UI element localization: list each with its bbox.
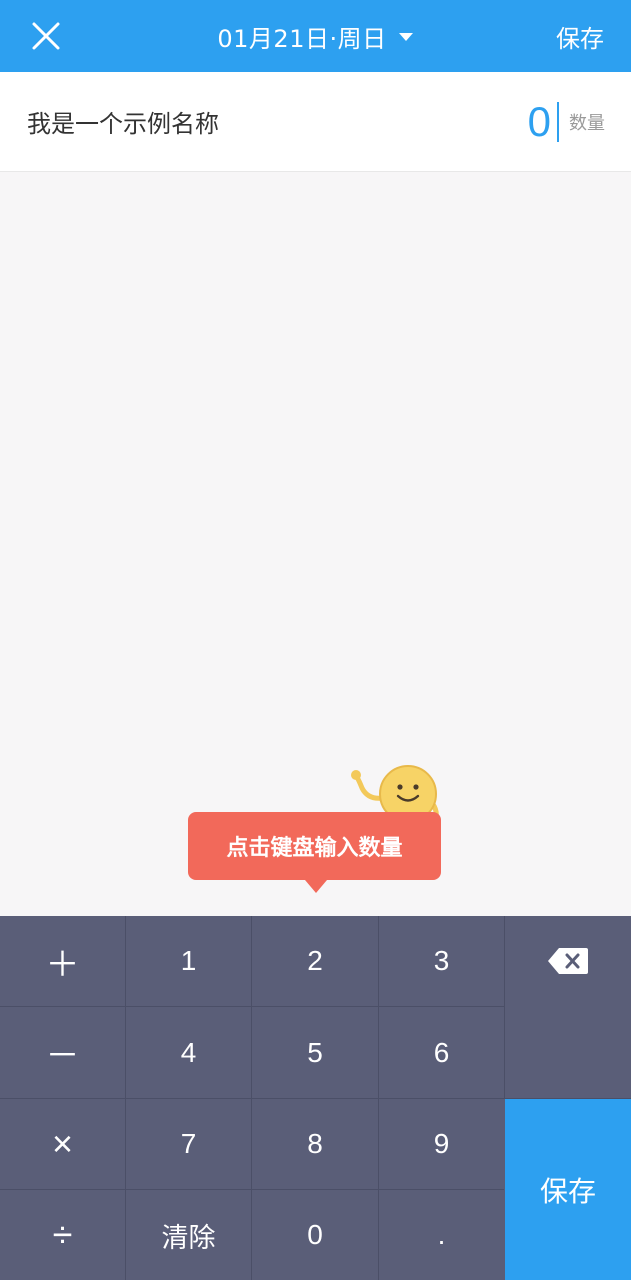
backspace-icon xyxy=(548,948,588,974)
save-button[interactable]: 保存 xyxy=(556,0,604,72)
quantity-value: 0 xyxy=(527,97,551,145)
keypad-save-button[interactable]: 保存 xyxy=(505,1099,631,1280)
key-6[interactable]: 6 xyxy=(379,1007,504,1098)
key-7[interactable]: 7 xyxy=(126,1099,251,1189)
text-cursor xyxy=(557,101,559,142)
key-8[interactable]: 8 xyxy=(252,1099,378,1189)
date-picker[interactable]: 01月21日·周日 xyxy=(190,0,440,72)
numeric-keypad: ＋ 1 2 3 － 4 5 6 × 7 8 9 ÷ 清除 0 . 保存 xyxy=(0,916,631,1280)
close-icon xyxy=(32,22,60,50)
tooltip-arrow xyxy=(305,880,327,893)
key-5[interactable]: 5 xyxy=(252,1007,378,1098)
quantity-input[interactable]: 0 数量 xyxy=(528,72,605,171)
hint-tooltip: 点击键盘输入数量 xyxy=(188,812,441,880)
key-9[interactable]: 9 xyxy=(379,1099,504,1189)
plus-key[interactable]: ＋ xyxy=(0,916,125,1006)
chevron-down-icon xyxy=(398,33,413,41)
date-text: 01月21日·周日 xyxy=(217,24,387,53)
decimal-key[interactable]: . xyxy=(379,1190,504,1280)
clear-key[interactable]: 清除 xyxy=(126,1190,251,1280)
key-3[interactable]: 3 xyxy=(379,916,504,1006)
backspace-key[interactable] xyxy=(505,916,631,1006)
close-button[interactable] xyxy=(20,10,72,62)
top-bar: 01月21日·周日 保存 xyxy=(0,0,631,72)
key-2[interactable]: 2 xyxy=(252,916,378,1006)
key-0[interactable]: 0 xyxy=(252,1190,378,1280)
multiply-key[interactable]: × xyxy=(0,1099,125,1189)
divide-key[interactable]: ÷ xyxy=(0,1190,125,1280)
item-name: 我是一个示例名称 xyxy=(27,110,219,138)
key-1[interactable]: 1 xyxy=(126,916,251,1006)
key-4[interactable]: 4 xyxy=(126,1007,251,1098)
minus-key[interactable]: － xyxy=(0,1007,125,1098)
item-row: 我是一个示例名称 0 数量 xyxy=(0,72,631,172)
quantity-label: 数量 xyxy=(569,112,605,134)
